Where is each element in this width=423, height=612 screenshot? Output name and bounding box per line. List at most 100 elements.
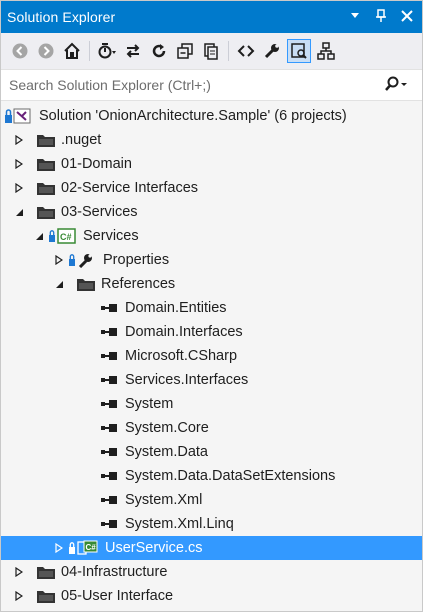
- folder-icon: [37, 133, 55, 147]
- reference-item[interactable]: Domain.Entities: [1, 296, 422, 320]
- assembly-reference-icon: [101, 303, 119, 313]
- reference-label: System.Data: [125, 444, 208, 460]
- refresh-icon[interactable]: [148, 40, 170, 62]
- expand-arrow-icon[interactable]: [13, 128, 25, 152]
- reference-item[interactable]: System.Xml.Linq: [1, 512, 422, 536]
- expand-arrow-icon[interactable]: [53, 248, 65, 272]
- tree-item-services-folder[interactable]: 03-Services: [1, 200, 422, 224]
- assembly-reference-icon: [101, 447, 119, 457]
- window-position-dropdown-icon[interactable]: [346, 7, 364, 25]
- tree-item-domain[interactable]: 01-Domain: [1, 152, 422, 176]
- window-title: Solution Explorer: [7, 9, 116, 25]
- expand-arrow-icon[interactable]: [13, 560, 25, 584]
- solution-explorer-window: Solution Explorer Search Solution Explor…: [0, 0, 423, 612]
- open-folder-icon: [37, 205, 55, 219]
- expand-arrow-icon[interactable]: [13, 152, 25, 176]
- tree-item-user-interface[interactable]: 05-User Interface: [1, 584, 422, 608]
- properties-icon: [69, 252, 97, 268]
- assembly-reference-icon: [101, 471, 119, 481]
- toolbar-separator: [89, 41, 90, 61]
- title-bar-buttons: [346, 7, 416, 25]
- forward-icon[interactable]: [35, 40, 57, 62]
- expand-arrow-icon[interactable]: [53, 536, 65, 560]
- search-icon[interactable]: [384, 76, 408, 97]
- tree-item-label: 03-Services: [61, 204, 138, 220]
- assembly-reference-icon: [101, 399, 119, 409]
- reference-item[interactable]: Domain.Interfaces: [1, 320, 422, 344]
- collapse-arrow-icon[interactable]: [53, 272, 65, 296]
- show-all-files-icon[interactable]: [200, 40, 222, 62]
- reference-item[interactable]: System.Data: [1, 440, 422, 464]
- solution-icon: [5, 107, 33, 125]
- reference-item[interactable]: System.Data.DataSetExtensions: [1, 464, 422, 488]
- tree-item-label: .nuget: [61, 132, 102, 148]
- toolbar-separator: [228, 41, 229, 61]
- tree-item-label: Solution 'OnionArchitecture.Sample' (6 p…: [39, 108, 347, 124]
- assembly-reference-icon: [101, 327, 119, 337]
- expand-arrow-icon[interactable]: [13, 176, 25, 200]
- pin-icon[interactable]: [372, 7, 390, 25]
- tree-item-label: 04-Infrastructure: [61, 564, 168, 580]
- svg-text:C#: C#: [86, 543, 97, 552]
- csharp-file-icon: C#: [69, 540, 99, 556]
- assembly-reference-icon: [101, 495, 119, 505]
- class-diagram-icon[interactable]: [315, 40, 337, 62]
- reference-label: System.Xml.Linq: [125, 516, 234, 532]
- tree-item-label: Services: [83, 228, 139, 244]
- reference-item[interactable]: Services.Interfaces: [1, 368, 422, 392]
- reference-label: Domain.Entities: [125, 300, 227, 316]
- pending-changes-filter-icon[interactable]: [96, 40, 118, 62]
- folder-icon: [37, 157, 55, 171]
- tree-item-solution[interactable]: Solution 'OnionArchitecture.Sample' (6 p…: [1, 104, 422, 128]
- reference-label: System.Data.DataSetExtensions: [125, 468, 336, 484]
- reference-item[interactable]: System.Core: [1, 416, 422, 440]
- reference-item[interactable]: System.Xml: [1, 488, 422, 512]
- tree-item-nuget[interactable]: .nuget: [1, 128, 422, 152]
- folder-icon: [37, 181, 55, 195]
- home-icon[interactable]: [61, 40, 83, 62]
- references-folder-icon: [77, 277, 95, 291]
- preview-selected-items-icon[interactable]: [287, 39, 311, 63]
- expand-arrow-icon[interactable]: [13, 584, 25, 608]
- tree-item-label: UserService.cs: [105, 540, 203, 556]
- toolbar: [1, 33, 422, 69]
- reference-label: System.Core: [125, 420, 209, 436]
- tree-item-infrastructure[interactable]: 04-Infrastructure: [1, 560, 422, 584]
- reference-label: Microsoft.CSharp: [125, 348, 238, 364]
- collapse-arrow-icon[interactable]: [13, 200, 25, 224]
- csharp-project-icon: C#: [49, 228, 77, 244]
- reference-label: System: [125, 396, 174, 412]
- tree-item-references[interactable]: References: [1, 272, 422, 296]
- tree-item-label: References: [101, 276, 176, 292]
- reference-label: Domain.Interfaces: [125, 324, 243, 340]
- view-code-icon[interactable]: [235, 40, 257, 62]
- tree-item-userservice[interactable]: C# UserService.cs: [1, 536, 422, 560]
- assembly-reference-icon: [101, 519, 119, 529]
- assembly-reference-icon: [101, 375, 119, 385]
- tree-item-label: Properties: [103, 252, 170, 268]
- tree-item-label: 02-Service Interfaces: [61, 180, 199, 196]
- collapse-all-icon[interactable]: [174, 40, 196, 62]
- sync-with-active-document-icon[interactable]: [122, 40, 144, 62]
- tree-item-services-project[interactable]: C# Services: [1, 224, 422, 248]
- collapse-arrow-icon[interactable]: [33, 224, 45, 248]
- svg-text:C#: C#: [60, 232, 72, 242]
- back-icon[interactable]: [9, 40, 31, 62]
- close-icon[interactable]: [398, 7, 416, 25]
- folder-icon: [37, 589, 55, 603]
- assembly-reference-icon: [101, 351, 119, 361]
- folder-icon: [37, 565, 55, 579]
- tree-item-label: 05-User Interface: [61, 588, 174, 604]
- tree-item-label: 01-Domain: [61, 156, 132, 172]
- tree-item-service-interfaces[interactable]: 02-Service Interfaces: [1, 176, 422, 200]
- reference-item[interactable]: Microsoft.CSharp: [1, 344, 422, 368]
- assembly-reference-icon: [101, 423, 119, 433]
- title-bar: Solution Explorer: [1, 1, 422, 33]
- reference-label: Services.Interfaces: [125, 372, 249, 388]
- reference-item[interactable]: System: [1, 392, 422, 416]
- reference-label: System.Xml: [125, 492, 203, 508]
- tree-item-properties[interactable]: Properties: [1, 248, 422, 272]
- search-input[interactable]: [7, 76, 341, 94]
- search-bar: [1, 69, 422, 101]
- properties-wrench-icon[interactable]: [261, 40, 283, 62]
